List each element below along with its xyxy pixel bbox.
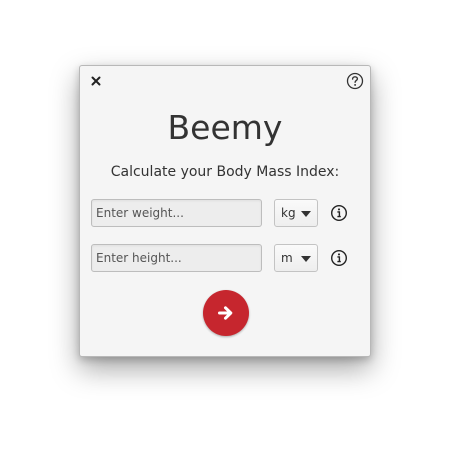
help-button[interactable]	[346, 72, 364, 90]
app-title: Beemy	[167, 108, 283, 147]
weight-info-button[interactable]	[330, 204, 348, 222]
calculate-button[interactable]	[203, 290, 249, 336]
weight-unit-value: kg	[281, 206, 296, 220]
chevron-down-icon	[301, 256, 311, 262]
arrow-right-icon	[218, 306, 233, 320]
help-icon	[346, 72, 364, 90]
weight-input[interactable]	[91, 199, 262, 227]
chevron-down-icon	[301, 211, 311, 217]
close-icon	[91, 76, 101, 86]
height-unit-select[interactable]: m	[274, 244, 318, 272]
height-unit-value: m	[281, 251, 293, 265]
weight-unit-select[interactable]: kg	[274, 199, 318, 227]
info-icon	[330, 249, 348, 267]
app-window: Beemy Calculate your Body Mass Index: kg…	[79, 65, 371, 357]
info-icon	[330, 204, 348, 222]
app-subtitle: Calculate your Body Mass Index:	[110, 164, 340, 180]
height-input[interactable]	[91, 244, 262, 272]
height-info-button[interactable]	[330, 249, 348, 267]
close-button[interactable]	[88, 73, 104, 89]
